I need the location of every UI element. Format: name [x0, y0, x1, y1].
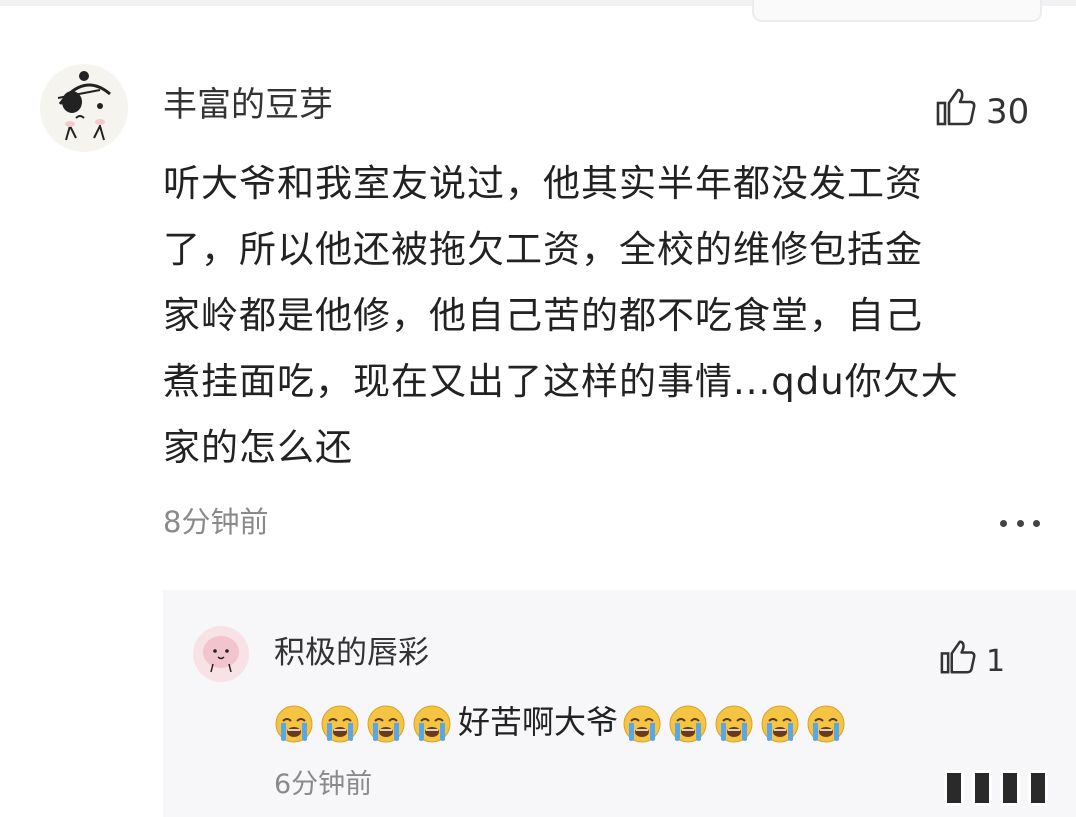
loudly-crying-face-icon — [367, 705, 405, 743]
comment-body: 听大爷和我室友说过，他其实半年都没发工资 了，所以他还被拖欠工资，全校的维修包括… — [163, 151, 1043, 481]
reply-timestamp: 6分钟前 — [274, 769, 373, 800]
reply-like-count: 1 — [986, 643, 1006, 679]
thumbs-up-icon — [940, 640, 976, 682]
more-dots-icon[interactable] — [1000, 508, 1040, 538]
loudly-crying-face-icon — [623, 705, 661, 743]
loudly-crying-face-icon — [669, 705, 707, 743]
reply-avatar[interactable] — [193, 626, 249, 682]
loudly-crying-face-icon — [275, 705, 313, 743]
thumbs-up-icon — [936, 88, 976, 135]
comment-thread: 丰富的豆芽 30 听大爷和我室友说过，他其实半年都没发工资 了，所以他还被拖欠工… — [0, 0, 1076, 817]
loudly-crying-face-icon — [715, 705, 753, 743]
reply-like-button[interactable]: 1 — [940, 640, 1005, 682]
loudly-crying-face-icon — [321, 705, 359, 743]
like-button[interactable]: 30 — [936, 88, 1029, 135]
reply-text: 好苦啊大爷 — [458, 703, 619, 741]
loudly-crying-face-icon — [807, 705, 845, 743]
comment-line: 了，所以他还被拖欠工资，全校的维修包括金 — [163, 228, 923, 271]
comment-timestamp: 8分钟前 — [163, 505, 269, 539]
loudly-crying-face-icon — [413, 705, 451, 743]
emoji-group-leading — [274, 697, 458, 747]
like-count: 30 — [986, 91, 1030, 132]
comment-line: 家岭都是他修，他自己苦的都不吃食堂，自己 — [163, 294, 923, 337]
commenter-name[interactable]: 丰富的豆芽 — [163, 88, 333, 122]
watermark-logo — [944, 770, 1048, 806]
emoji-group-trailing — [622, 697, 852, 747]
comment-line: 听大爷和我室友说过，他其实半年都没发工资 — [163, 162, 923, 205]
reply-body: 好苦啊大爷 — [274, 697, 852, 747]
reply-author-name[interactable]: 积极的唇彩 — [274, 638, 429, 669]
loudly-crying-face-icon — [761, 705, 799, 743]
collapsed-panel-edge — [752, 0, 1042, 22]
commenter-avatar[interactable] — [40, 64, 128, 152]
comment-line: 家的怎么还 — [163, 426, 353, 469]
comment-line: 煮挂面吃，现在又出了这样的事情...qdu你欠大 — [163, 360, 959, 403]
